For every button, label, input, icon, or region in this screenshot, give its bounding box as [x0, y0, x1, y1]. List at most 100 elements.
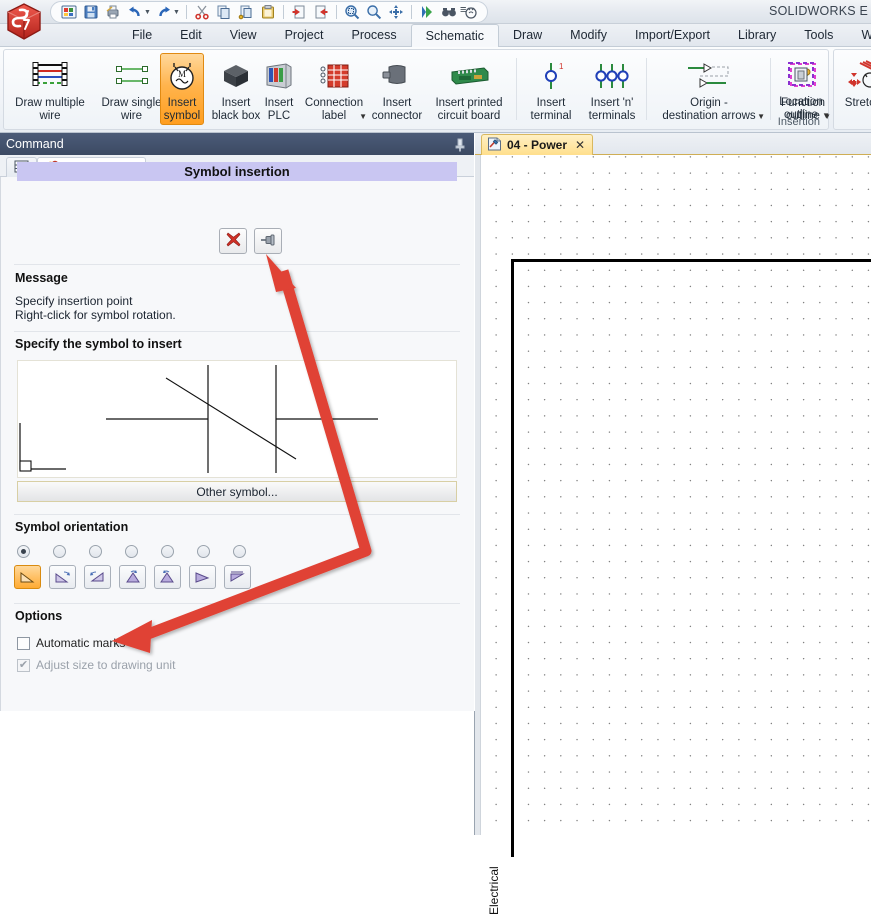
panel-bottom-filler [0, 711, 475, 835]
previous-drawing-icon[interactable] [289, 3, 309, 22]
close-icon[interactable]: ✕ [575, 138, 585, 152]
document-tabstrip: 04 - Power ✕ [475, 133, 871, 155]
copy-with-base-point-icon[interactable] [236, 3, 256, 22]
orientation-button-2[interactable] [84, 565, 111, 589]
ribbon-button-insert-connector[interactable]: Insert connector [366, 53, 428, 125]
pan-icon[interactable] [386, 3, 406, 22]
origin-destination-icon [678, 57, 740, 95]
orientation-radio-0[interactable] [17, 545, 30, 558]
cancel-button[interactable] [219, 228, 247, 254]
orientation-button-4[interactable] [154, 565, 181, 589]
zoom-window-icon[interactable] [342, 3, 362, 22]
terminal-icon: 1 [534, 57, 568, 95]
menu-item-project[interactable]: Project [271, 24, 338, 47]
ribbon-group-insertion: Insertion [3, 49, 829, 130]
pin-button[interactable] [254, 228, 282, 254]
ribbon-button-draw-multiple-wire[interactable]: Draw multiple wire [6, 53, 94, 125]
orientation-radio-5[interactable] [197, 545, 210, 558]
automatic-marks-checkbox[interactable] [17, 637, 30, 650]
ribbon-button-label: Insert 'n' terminals [589, 97, 636, 122]
run-icon[interactable] [417, 3, 437, 22]
menu-item-window[interactable]: Window [847, 24, 871, 47]
option-adjust-size: ✔ Adjust size to drawing unit [17, 658, 175, 672]
ribbon-button-connection-label[interactable]: Connection label ▼ [298, 53, 370, 125]
menu-item-edit[interactable]: Edit [166, 24, 216, 47]
ribbon-button-label: Insert black box [212, 97, 261, 122]
menu-bar: File Edit View Project Process Schematic… [0, 24, 871, 47]
undo-dropdown-caret[interactable]: ▼ [144, 9, 151, 16]
ribbon-button-location-outline[interactable]: Location outline ▼ [773, 52, 829, 124]
orientation-button-0[interactable] [14, 565, 41, 589]
redo-dropdown-caret[interactable]: ▼ [173, 9, 180, 16]
quick-access-toolbar: ▼ ▼ [50, 1, 488, 23]
menu-item-tools[interactable]: Tools [790, 24, 847, 47]
ribbon-button-draw-single-wire[interactable]: Draw single wire [94, 53, 169, 125]
message-line-2: Right-click for symbol rotation. [15, 308, 176, 323]
menu-item-schematic[interactable]: Schematic [411, 24, 499, 48]
paste-icon[interactable] [258, 3, 278, 22]
toolbar-overflow-button[interactable]: ≡ [460, 4, 466, 16]
drawing-frame-top-border [511, 259, 871, 262]
ribbon-button-insert-symbol[interactable]: M Insert symbol [160, 53, 204, 125]
ribbon: Insertion [0, 47, 871, 133]
toolbar-separator-2 [283, 5, 284, 19]
ribbon-button-insert-terminal[interactable]: 1 Insert terminal [520, 53, 582, 125]
multiple-wire-icon [30, 57, 70, 95]
chevron-down-icon[interactable]: ▼ [757, 112, 765, 121]
orientation-button-6[interactable] [224, 565, 251, 589]
ribbon-button-stretch[interactable]: Stretch [836, 53, 871, 125]
menu-item-view[interactable]: View [216, 24, 271, 47]
menu-item-import-export[interactable]: Import/Export [621, 24, 724, 47]
command-action-buttons [219, 228, 282, 254]
redo-icon[interactable] [154, 3, 174, 22]
drawing-frame-label: Electrical [487, 866, 501, 915]
pushpin-icon [259, 233, 277, 250]
save-icon[interactable] [81, 3, 101, 22]
orientation-radio-6[interactable] [233, 545, 246, 558]
orientation-radio-1[interactable] [53, 545, 66, 558]
connector-icon [379, 57, 415, 95]
toolbar-separator-4 [411, 5, 412, 19]
ribbon-button-insert-n-terminals[interactable]: Insert 'n' terminals [580, 53, 644, 125]
orientation-button-3[interactable] [119, 565, 146, 589]
symbol-preview[interactable] [17, 360, 457, 478]
n-terminals-icon [591, 57, 633, 95]
options-section-title: Options [15, 609, 62, 623]
zoom-icon[interactable] [364, 3, 384, 22]
copy-icon[interactable] [214, 3, 234, 22]
orientation-button-1[interactable] [49, 565, 76, 589]
menu-item-library[interactable]: Library [724, 24, 790, 47]
menu-item-process[interactable]: Process [337, 24, 410, 47]
new-project-icon[interactable] [59, 3, 79, 22]
option-automatic-marks[interactable]: Automatic marks [17, 636, 125, 650]
orientation-section-title: Symbol orientation [15, 520, 128, 534]
command-panel-title-text: Command [6, 137, 64, 151]
ribbon-button-label: Location outline [779, 96, 822, 121]
stretch-icon [846, 57, 871, 95]
symbol-insertion-header: Symbol insertion [17, 162, 457, 181]
ribbon-button-origin-destination-arrows[interactable]: Origin - destination arrows ▼ [650, 53, 768, 125]
orientation-button-group [14, 565, 251, 589]
ribbon-button-insert-pcb[interactable]: Insert printed circuit board [424, 53, 514, 125]
chevron-down-icon[interactable]: ▼ [822, 111, 830, 120]
red-x-icon [225, 231, 242, 251]
menu-item-modify[interactable]: Modify [556, 24, 621, 47]
undo-icon[interactable] [125, 3, 145, 22]
find-icon[interactable] [439, 3, 459, 22]
other-symbol-button[interactable]: Other symbol... [17, 481, 457, 502]
document-tab-04-power[interactable]: 04 - Power ✕ [481, 134, 593, 155]
ribbon-button-insert-plc[interactable]: Insert PLC [256, 53, 302, 125]
orientation-radio-2[interactable] [89, 545, 102, 558]
orientation-radio-3[interactable] [125, 545, 138, 558]
menu-item-file[interactable]: File [118, 24, 166, 47]
solidworks-logo[interactable] [2, 0, 46, 44]
orientation-button-5[interactable] [189, 565, 216, 589]
cut-icon[interactable] [192, 3, 212, 22]
ribbon-button-label: Insert symbol [164, 97, 200, 122]
print-icon[interactable] [103, 3, 123, 22]
menu-item-draw[interactable]: Draw [499, 24, 556, 47]
drawing-canvas[interactable]: Electrical [480, 155, 871, 835]
ribbon-button-label: Insert PLC [265, 97, 294, 122]
orientation-radio-4[interactable] [161, 545, 174, 558]
next-drawing-icon[interactable] [311, 3, 331, 22]
